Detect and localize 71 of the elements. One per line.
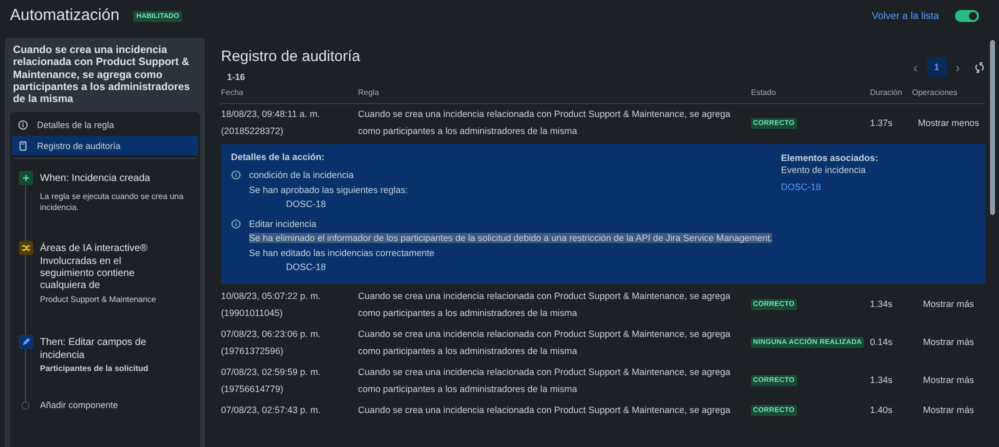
toggle-details-link[interactable]: Mostrar más xyxy=(922,334,974,351)
result-range: 1-16 xyxy=(227,72,246,82)
rule-title: Cuando se crea una incidencia relacionada con Product Support & Maintenance, se agrega como participantes a los administradores de la misma xyxy=(12,44,191,108)
run-id: (19901011045) xyxy=(221,306,284,320)
column-header: Fecha xyxy=(221,88,244,97)
refresh-icon[interactable] xyxy=(974,62,985,72)
run-id: (19756614779) xyxy=(221,382,284,396)
duration-text: 1.37s xyxy=(870,116,892,130)
toggle-details-link[interactable]: Mostrar más xyxy=(922,296,974,313)
back-link[interactable]: Volver a la lista xyxy=(872,10,939,22)
rule-text: Cuando se crea una incidencia relacionada con Product Support & Maintenance, se agrega xyxy=(358,108,732,121)
page-title: Automatización xyxy=(10,7,120,25)
toggle-details-link[interactable]: Mostrar menos xyxy=(918,114,980,132)
column-header: Duración xyxy=(870,88,904,97)
shuffle-icon xyxy=(18,241,32,256)
duration-text: 0.14s xyxy=(870,336,892,349)
info-icon xyxy=(231,170,241,180)
action-message: Se han aprobado las siguientes reglas: xyxy=(249,184,408,194)
step-title: Áreas de IA interactive® Involucradas en el seguimiento contiene cualquiera de xyxy=(40,241,148,293)
sidebar-item[interactable]: Registro de auditoría xyxy=(12,136,198,156)
issue-key: DOSC-18 xyxy=(249,260,772,274)
rule-text: Cuando se crea una incidencia relacionada con Product Support & Maintenance, se agrega xyxy=(358,404,732,417)
rule-text: Cuando se crea una incidencia relacionada con Product Support & Maintenance, se agrega xyxy=(358,290,732,303)
scrollbar-thumb[interactable] xyxy=(990,40,994,215)
page-button[interactable]: 1 xyxy=(926,57,947,77)
info-icon xyxy=(18,120,28,130)
run-id: (19761372596) xyxy=(221,344,284,358)
toggle-details-link[interactable]: Mostrar más xyxy=(922,402,974,418)
add-component-link[interactable]: Añadir componente xyxy=(40,399,118,410)
rule-text: como participantes a los administradores de la misma xyxy=(358,344,578,358)
step-detail: La regla se ejecuta cuando se crea una incidencia. xyxy=(40,190,184,213)
step-detail: Participantes de la solicitud xyxy=(40,363,150,374)
rule-text: como participantes a los administradores de la misma xyxy=(358,382,578,396)
column-header: Operaciones xyxy=(912,88,958,97)
step-detail: Product Support & Maintenance xyxy=(40,294,156,305)
associated-heading: Elementos asociados: xyxy=(781,152,878,164)
details-heading: Detalles de la acción: xyxy=(231,152,326,162)
enable-toggle[interactable] xyxy=(955,10,979,22)
column-header: Estado xyxy=(751,88,777,97)
duration-text: 1.34s xyxy=(870,298,892,311)
rule-text: como participantes a los administradores de la misma xyxy=(358,125,578,138)
run-id: (20185228372) xyxy=(221,125,284,138)
pencil-icon xyxy=(18,335,32,350)
action-message: Se ha eliminado el informador de los participantes de la solicitud debido a una restricción de la API de Jira Service Management. xyxy=(249,233,772,243)
sidebar-item[interactable]: Detalles de la regla xyxy=(12,115,198,134)
info-icon xyxy=(231,218,241,228)
rule-text: Cuando se crea una incidencia relacionada con Product Support & Maintenance, se agrega xyxy=(358,328,732,341)
date-text: 10/08/23, 05:07:22 p. m. xyxy=(221,290,322,303)
next-page-button[interactable]: › xyxy=(956,60,960,74)
step-title: When: Incidencia creada xyxy=(40,172,152,186)
date-text: 18/08/23, 09:48:11 a. m. xyxy=(221,108,321,121)
action-message: Se han editado las incidencias correctamente xyxy=(249,248,434,258)
action-title: Editar incidencia xyxy=(249,218,318,230)
section-title: Registro de auditoría xyxy=(221,48,360,65)
previous-page-button[interactable]: ‹ xyxy=(913,60,918,74)
associated-type: Evento de incidencia xyxy=(781,164,867,176)
duration-text: 1.34s xyxy=(870,374,892,387)
column-header: Regla xyxy=(358,88,380,97)
date-text: 07/08/23, 02:59:59 p. m. xyxy=(221,366,322,379)
issue-key: DOSC-18 xyxy=(249,197,408,212)
document-icon xyxy=(18,140,28,151)
date-text: 07/08/23, 06:23:06 p. m. xyxy=(221,328,322,341)
toggle-details-link[interactable]: Mostrar más xyxy=(922,372,974,389)
step-title: Then: Editar campos de incidencia xyxy=(40,336,148,362)
action-title: condición de la incidencia xyxy=(249,169,355,182)
rule-text: Cuando se crea una incidencia relacionada con Product Support & Maintenance, se agrega xyxy=(358,366,732,379)
rule-text: como participantes a los administradores de la misma xyxy=(358,306,578,320)
date-text: 07/08/23, 02:57:43 p. m. xyxy=(221,404,322,417)
plus-icon xyxy=(18,171,32,186)
issue-link[interactable]: DOSC-18 xyxy=(781,181,821,193)
duration-text: 1.40s xyxy=(870,404,892,416)
